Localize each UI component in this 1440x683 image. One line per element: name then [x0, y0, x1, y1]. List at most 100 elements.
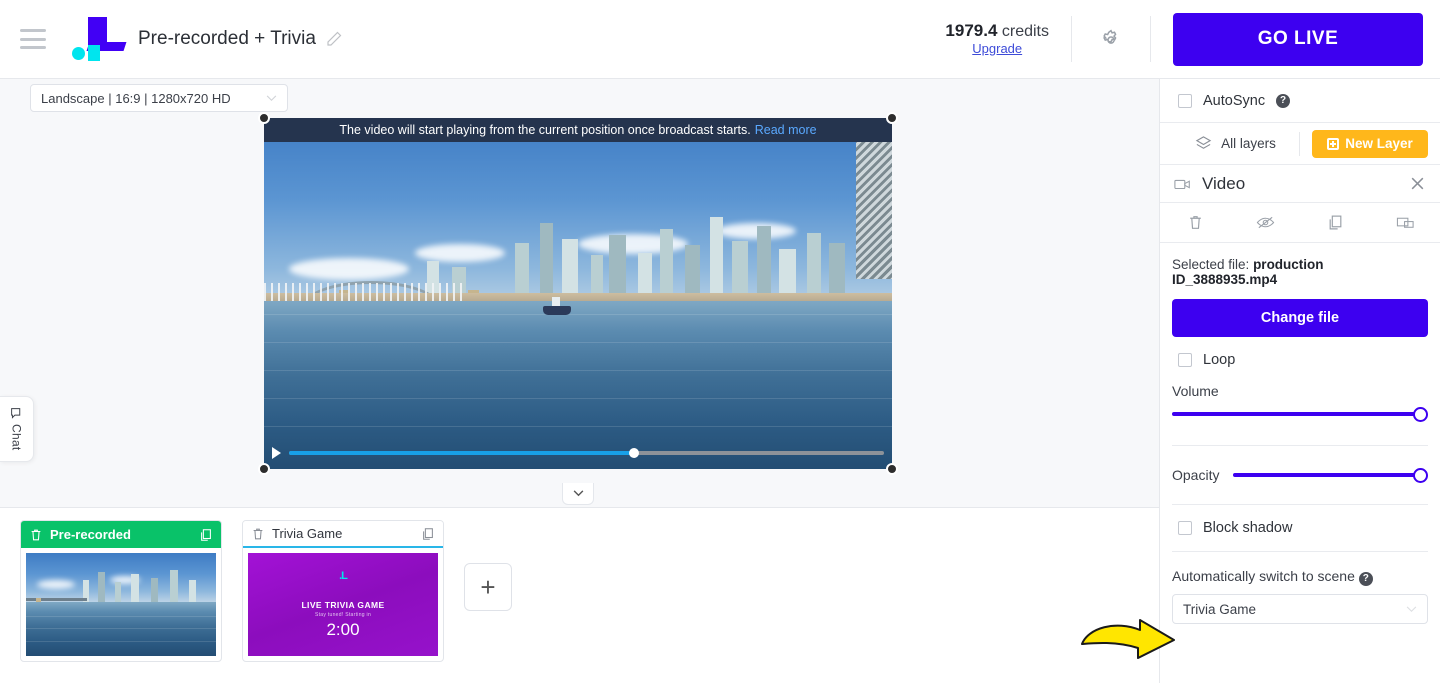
block-shadow-checkbox[interactable]: [1178, 521, 1192, 535]
gear-icon: [1102, 29, 1117, 44]
read-more-link[interactable]: Read more: [755, 123, 817, 137]
thumb-title: LIVE TRIVIA GAME: [301, 599, 385, 610]
block-shadow-row[interactable]: Block shadow: [1160, 505, 1440, 551]
layer-name: Video: [1202, 173, 1246, 193]
building: [540, 222, 554, 301]
section-divider: [1172, 445, 1428, 446]
app-root: Pre-recorded + Trivia 1979.4 credits Upg…: [0, 0, 1440, 683]
settings-button[interactable]: [1072, 26, 1150, 52]
thumb-subtitle: Stay tuned! Starting in: [314, 611, 372, 618]
scene-header: Pre-recorded: [21, 521, 221, 548]
section-divider: [1172, 551, 1428, 552]
opacity-slider[interactable]: [1233, 466, 1428, 484]
scene-name: Trivia Game: [272, 526, 343, 541]
video-progress-fill: [289, 451, 635, 455]
duplicate-layer-button[interactable]: [1300, 214, 1370, 231]
building: [731, 240, 748, 301]
loop-row[interactable]: Loop: [1160, 337, 1440, 383]
copy-icon[interactable]: [199, 528, 213, 542]
close-icon[interactable]: [1409, 175, 1426, 192]
opacity-slider-knob[interactable]: [1413, 467, 1428, 483]
resize-handle-top-left[interactable]: [258, 112, 270, 124]
layers-toolbar: All layers New Layer: [1160, 123, 1440, 165]
all-layers-button[interactable]: All layers: [1172, 135, 1299, 152]
new-layer-label: New Layer: [1345, 136, 1413, 151]
resize-handle-top-right[interactable]: [886, 112, 898, 124]
copy-icon[interactable]: [421, 527, 435, 541]
volume-slider-knob[interactable]: [1413, 406, 1428, 422]
thumb-logo: .L: [339, 569, 348, 582]
collapse-stage-button[interactable]: [562, 483, 594, 505]
water: [264, 300, 892, 469]
play-icon[interactable]: [272, 447, 281, 459]
loop-label: Loop: [1203, 352, 1236, 368]
chevron-down-icon: [573, 490, 583, 497]
scene-card-pre-recorded[interactable]: Pre-recorded: [20, 520, 222, 662]
go-live-button[interactable]: GO LIVE: [1173, 12, 1423, 66]
layer-header: Video: [1160, 165, 1440, 203]
hamburger-icon[interactable]: [20, 29, 46, 49]
eye-off-icon: [1256, 216, 1274, 229]
volume-slider[interactable]: [1172, 405, 1428, 423]
add-scene-button[interactable]: +: [464, 563, 512, 611]
brand-logo: [72, 15, 127, 63]
marina-boats: [264, 282, 465, 301]
layout-select[interactable]: Landscape | 16:9 | 1280x720 HD: [30, 84, 288, 112]
layers-icon: [1195, 136, 1212, 149]
header-divider-2: [1150, 16, 1151, 62]
autosync-checkbox[interactable]: [1178, 93, 1192, 108]
header-right-group: 1979.4 credits Upgrade GO LIVE: [923, 0, 1440, 78]
pencil-icon[interactable]: [326, 31, 342, 47]
chat-panel-toggle[interactable]: Chat: [0, 396, 34, 462]
selected-file-label: Selected file:: [1172, 257, 1250, 272]
question-mark-icon[interactable]: ?: [1358, 572, 1373, 586]
loop-checkbox[interactable]: [1178, 353, 1192, 367]
building: [829, 242, 846, 301]
question-mark-icon[interactable]: ?: [1276, 93, 1291, 108]
building: [684, 244, 700, 301]
scene-thumbnail: [26, 553, 216, 656]
app-header: Pre-recorded + Trivia 1979.4 credits Upg…: [0, 0, 1440, 79]
building: [807, 232, 822, 301]
chevron-down-icon: [266, 94, 277, 101]
selected-file-row: Selected file: production ID_3888935.mp4: [1172, 257, 1428, 287]
building: [609, 234, 627, 301]
new-layer-button[interactable]: New Layer: [1312, 129, 1428, 158]
opacity-section: Opacity: [1160, 466, 1440, 484]
screens-icon: [1396, 217, 1414, 228]
video-layer-frame[interactable]: The video will start playing from the cu…: [258, 112, 898, 475]
resize-handle-bottom-right[interactable]: [886, 463, 898, 475]
credits-block: 1979.4 credits Upgrade: [923, 21, 1071, 56]
hide-layer-button[interactable]: [1230, 214, 1300, 231]
auto-switch-value: Trivia Game: [1183, 601, 1257, 617]
autosync-label: AutoSync: [1203, 92, 1266, 109]
scene-card-trivia-game[interactable]: Trivia Game .L LIVE TRIVIA GAME Stay tun…: [242, 520, 444, 662]
building: [709, 216, 723, 301]
layout-select-value: Landscape | 16:9 | 1280x720 HD: [41, 90, 231, 106]
video-controls: [264, 446, 892, 460]
trash-icon: [1189, 216, 1201, 229]
trash-icon[interactable]: [251, 527, 265, 541]
opacity-label: Opacity: [1172, 467, 1220, 483]
block-shadow-label: Block shadow: [1203, 520, 1293, 536]
scenes-strip: Pre-recorded Trivia Game .L LIVE TRIVIA …: [0, 507, 1160, 683]
auto-switch-label: Automatically switch to scene: [1172, 568, 1355, 584]
auto-switch-section: Automatically switch to scene ?: [1160, 568, 1440, 586]
building: [659, 228, 673, 301]
autosync-row[interactable]: AutoSync ?: [1160, 79, 1440, 123]
auto-switch-select[interactable]: Trivia Game: [1172, 594, 1428, 624]
selected-file-block: Selected file: production ID_3888935.mp4…: [1160, 243, 1440, 337]
video-progress-knob[interactable]: [629, 448, 640, 458]
building: [856, 118, 892, 280]
plus-icon: [1327, 137, 1340, 150]
resize-handle-bottom-left[interactable]: [258, 463, 270, 475]
auto-switch-row: Automatically switch to scene ?: [1172, 568, 1428, 586]
trash-icon[interactable]: [29, 528, 43, 542]
delete-layer-button[interactable]: [1160, 214, 1230, 231]
upgrade-link[interactable]: Upgrade: [945, 41, 1049, 57]
move-layer-to-scene-button[interactable]: [1370, 215, 1440, 231]
credits-label: credits: [1001, 23, 1049, 41]
video-preview[interactable]: The video will start playing from the cu…: [264, 118, 892, 469]
change-file-button[interactable]: Change file: [1172, 299, 1428, 337]
video-progress-bar[interactable]: [289, 448, 884, 458]
